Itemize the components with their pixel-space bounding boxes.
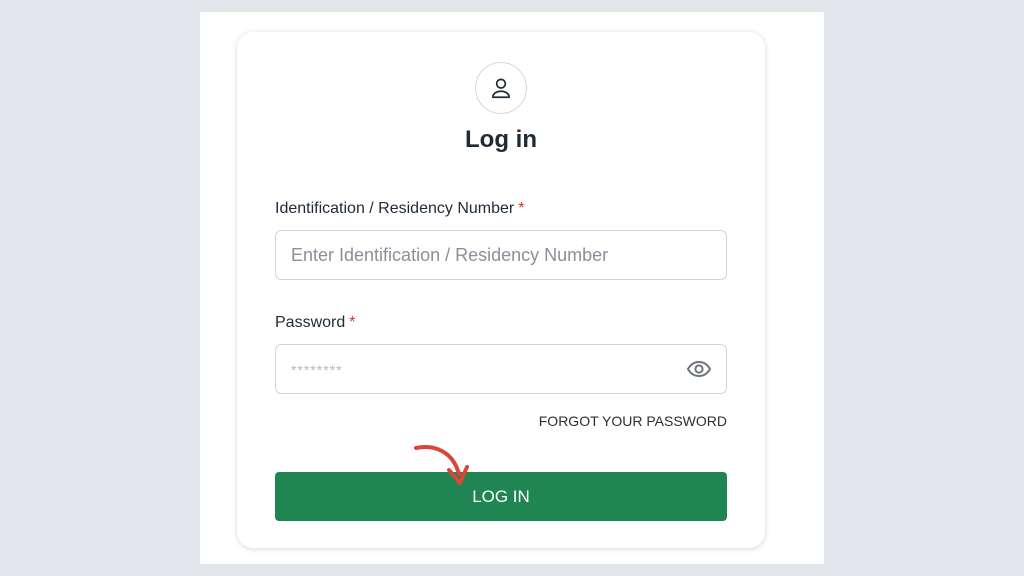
- id-field-label: Identification / Residency Number *: [275, 200, 524, 218]
- forgot-password-link[interactable]: FORGOT YOUR PASSWORD: [539, 413, 727, 429]
- id-number-input[interactable]: [275, 230, 727, 280]
- id-label-text: Identification / Residency Number: [275, 200, 515, 217]
- content-panel: Log in Identification / Residency Number…: [200, 12, 824, 564]
- required-mark: *: [349, 314, 356, 331]
- eye-icon: [686, 360, 712, 378]
- required-mark: *: [518, 200, 525, 217]
- password-label-text: Password: [275, 314, 346, 331]
- login-button[interactable]: LOG IN: [275, 472, 727, 521]
- password-field-label: Password *: [275, 314, 355, 332]
- page-title: Log in: [465, 126, 537, 153]
- password-input[interactable]: [275, 344, 727, 394]
- password-visibility-toggle[interactable]: [685, 356, 713, 382]
- user-icon: [492, 78, 510, 99]
- avatar: [475, 62, 527, 114]
- login-card: Log in Identification / Residency Number…: [237, 32, 765, 548]
